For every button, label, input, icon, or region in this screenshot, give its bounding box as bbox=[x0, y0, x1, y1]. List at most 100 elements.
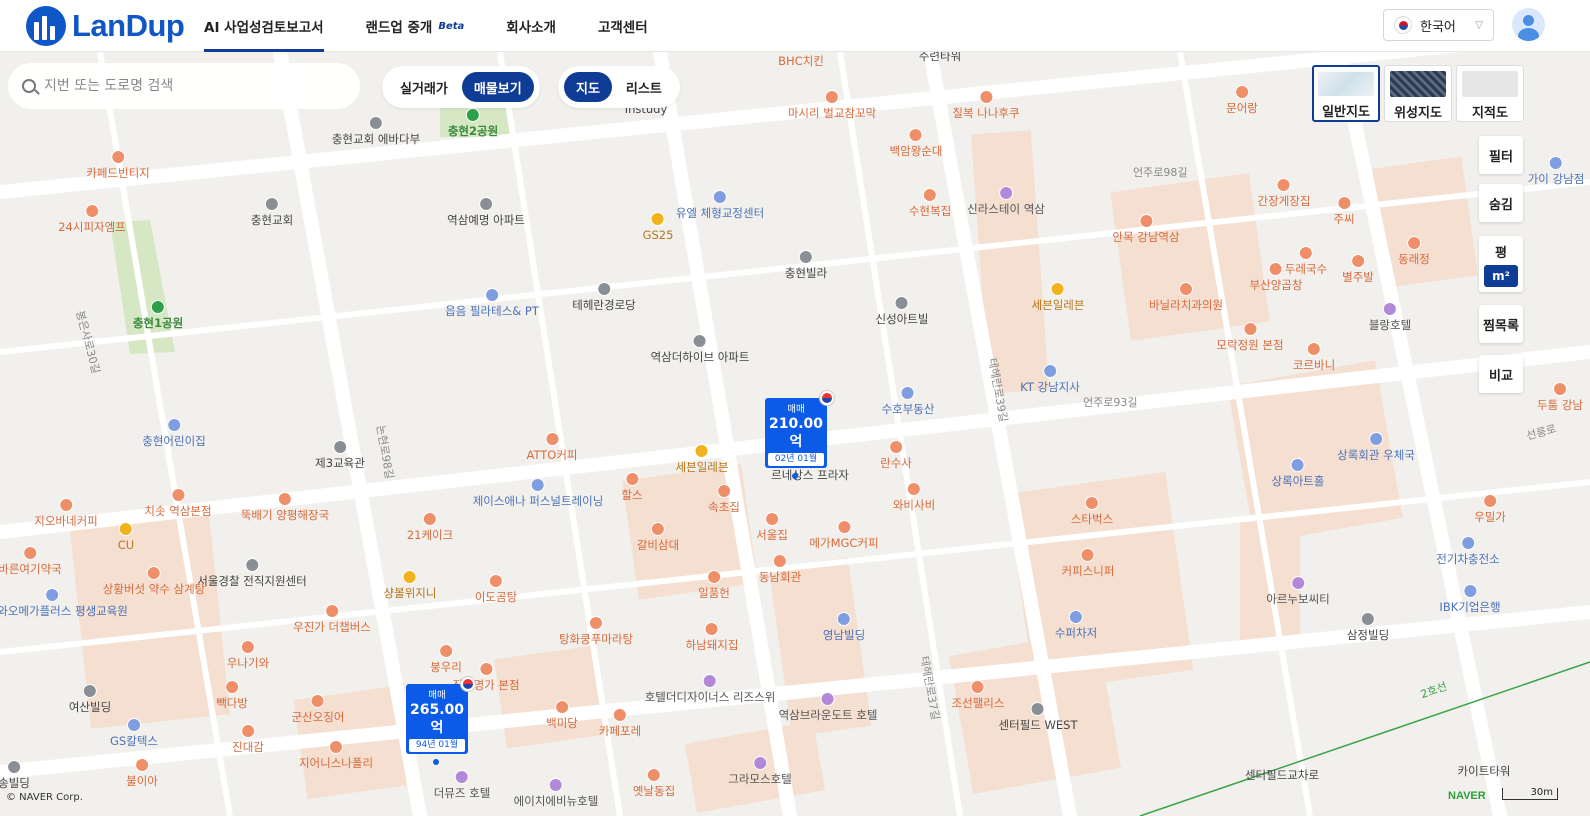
poi-building[interactable]: 제3교육관 bbox=[315, 440, 365, 470]
poi-restaurant[interactable]: 문어랑 bbox=[1226, 85, 1258, 115]
poi-supercharger[interactable]: 수퍼차저 bbox=[1055, 610, 1097, 640]
poi-convenience-store[interactable]: 세븐일레븐 bbox=[676, 444, 728, 474]
unit-pyeong[interactable]: 평 bbox=[1495, 242, 1507, 261]
poi-restaurant[interactable]: 탕화쿵푸마라탕 bbox=[559, 616, 633, 646]
listing-marker[interactable]: 매매 210.00억 02년 01월 bbox=[765, 390, 835, 479]
poi-restaurant[interactable]: 마시리 벌교참꼬막 bbox=[788, 90, 876, 120]
toggle-list-view[interactable]: 리스트 bbox=[614, 72, 674, 102]
poi-cafe[interactable]: 빽다방 bbox=[216, 680, 248, 710]
poi-convenience-store[interactable]: 세븐일레븐 bbox=[1032, 282, 1084, 312]
poi-bank[interactable]: IBK기업은행 bbox=[1439, 584, 1501, 614]
poi-cafe[interactable]: 백미당 bbox=[546, 700, 578, 730]
user-avatar-icon[interactable] bbox=[1512, 8, 1545, 41]
poi-hotel[interactable]: 호텔더디자이너스 리즈스위 bbox=[645, 674, 775, 704]
price-mode-toggle[interactable]: 실거래가 매물보기 bbox=[382, 66, 540, 108]
view-mode-toggle[interactable]: 지도 리스트 bbox=[558, 66, 680, 108]
hide-button[interactable]: 숨김 bbox=[1479, 184, 1523, 222]
poi-charging-station[interactable]: 전기차충전소 bbox=[1436, 536, 1500, 566]
poi-hotel[interactable]: 블랑호텔 bbox=[1369, 302, 1411, 332]
poi-park[interactable]: 충현2공원 bbox=[448, 108, 498, 138]
poi-building[interactable]: 송빌딩 bbox=[0, 760, 30, 790]
poi-restaurant[interactable]: 와비사비 bbox=[893, 482, 935, 512]
nav-brokerage[interactable]: 랜드업 중개 Beta bbox=[366, 0, 465, 52]
poi-restaurant[interactable]: 서울집 bbox=[756, 512, 788, 542]
poi-cafe[interactable]: 지오바네커피 bbox=[34, 498, 98, 528]
poi-cafe[interactable]: 메가MGC커피 bbox=[809, 520, 879, 550]
poi-fitness[interactable]: 제이스애나 퍼스널트레이닝 bbox=[473, 478, 603, 508]
map-type-normal[interactable]: 일반지도 bbox=[1312, 65, 1380, 122]
poi-restaurant[interactable]: 두툼 강남 bbox=[1537, 382, 1583, 412]
toggle-listings[interactable]: 매물보기 bbox=[461, 72, 534, 102]
poi-restaurant[interactable]: BHC치킨 bbox=[778, 54, 824, 68]
poi-restaurant[interactable]: 치솟 역삼본점 bbox=[144, 488, 212, 518]
poi-restaurant[interactable]: 할스 bbox=[621, 472, 643, 502]
poi-intersection[interactable]: 센터필드교차로 bbox=[1245, 768, 1319, 782]
nav-about[interactable]: 회사소개 bbox=[506, 0, 556, 52]
poi-building[interactable]: 센터필드 WEST bbox=[999, 702, 1077, 732]
poi-restaurant[interactable]: 코르바니 bbox=[1293, 342, 1335, 372]
poi-restaurant[interactable]: 갈비삼대 bbox=[637, 522, 679, 552]
map-type-satellite[interactable]: 위성지도 bbox=[1384, 65, 1452, 122]
poi-restaurant[interactable]: 백암왕순대 bbox=[890, 128, 942, 158]
poi-restaurant[interactable]: 별주발 bbox=[1342, 254, 1374, 284]
poi-realestate[interactable]: 수호부동산 bbox=[882, 386, 934, 416]
poi-cafe[interactable]: 카페포레 bbox=[599, 708, 641, 738]
poi-restaurant[interactable]: 란수사 bbox=[880, 440, 912, 470]
poi-post-office[interactable]: 상록회관 우체국 bbox=[1337, 432, 1415, 462]
poi-restaurant[interactable]: 지어니스나폴리 bbox=[299, 740, 373, 770]
poi-restaurant[interactable]: 일품헌 bbox=[698, 570, 730, 600]
poi-restaurant[interactable]: 모락정원 본점 bbox=[1216, 322, 1284, 352]
poi-hotel[interactable]: 더뮤즈 호텔 bbox=[434, 770, 490, 800]
poi-building[interactable]: 충현교회 에바다부 bbox=[332, 116, 420, 146]
poi-restaurant[interactable]: 칠복 나나후쿠 bbox=[952, 90, 1020, 120]
poi-restaurant[interactable]: 옛날동집 bbox=[633, 768, 675, 798]
poi-restaurant[interactable]: 불이아 bbox=[126, 758, 158, 788]
poi-cafe[interactable]: 스타벅스 bbox=[1071, 496, 1113, 526]
nav-support[interactable]: 고객센터 bbox=[598, 0, 648, 52]
compare-button[interactable]: 비교 bbox=[1479, 355, 1523, 393]
poi-cafe[interactable]: ATTO커피 bbox=[526, 432, 578, 462]
poi-office[interactable]: KT 강남지사 bbox=[1020, 364, 1080, 394]
poi-daycare[interactable]: 충현어린이집 bbox=[142, 418, 206, 448]
poi-gas-station[interactable]: GS칼텍스 bbox=[110, 718, 158, 748]
poi-hall[interactable]: 상록아트홀 bbox=[1272, 458, 1324, 488]
poi-restaurant[interactable]: 동래정 bbox=[1398, 236, 1430, 266]
poi-building[interactable]: 테헤란경로당 bbox=[572, 282, 636, 312]
listing-marker[interactable]: 매매 265.00억 94년 01월 bbox=[406, 676, 476, 765]
poi-cafe[interactable]: 카페드빈티지 bbox=[86, 150, 150, 180]
poi-restaurant[interactable]: 우진가 더챕버스 bbox=[293, 604, 371, 634]
poi-hotel[interactable]: 조선팰리스 bbox=[952, 680, 1004, 710]
poi-convenience-store[interactable]: 샹볼위지니 bbox=[384, 570, 436, 600]
poi-apartment[interactable]: 역삼예명 아파트 bbox=[447, 197, 525, 227]
search-input[interactable] bbox=[44, 78, 334, 94]
poi-building[interactable]: 영남빌딩 bbox=[823, 612, 865, 642]
favorites-button[interactable]: 찜목록 bbox=[1479, 305, 1523, 343]
poi-cafe[interactable]: 커피스니퍼 bbox=[1062, 548, 1114, 578]
search-bar[interactable] bbox=[8, 63, 360, 109]
poi-restaurant[interactable]: 이도곰탕 bbox=[475, 574, 517, 604]
poi-cafe[interactable]: 21케이크 bbox=[407, 512, 453, 542]
map-type-cadastral[interactable]: 지적도 bbox=[1456, 65, 1524, 122]
poi-hotel[interactable]: 역삼브라운도트 호텔 bbox=[779, 692, 877, 722]
poi-restaurant[interactable]: 주씨 bbox=[1333, 196, 1355, 226]
poi-restaurant[interactable]: 동남회관 bbox=[759, 554, 801, 584]
poi-hotel[interactable]: 에이치에비뉴호텔 bbox=[514, 778, 598, 808]
poi-restaurant[interactable]: 하남돼지집 bbox=[686, 622, 738, 652]
poi-restaurant[interactable]: 수현복집 bbox=[909, 188, 951, 218]
poi-convenience-store[interactable]: CU bbox=[118, 522, 134, 552]
poi-apartment[interactable]: 역삼더하이브 아파트 bbox=[651, 334, 749, 364]
filter-button[interactable]: 필터 bbox=[1479, 136, 1523, 174]
poi-clinic[interactable]: 유엘 체형교정센터 bbox=[676, 190, 764, 220]
poi-restaurant[interactable]: 24시피자엠프 bbox=[58, 204, 126, 234]
poi-restaurant[interactable]: 우나기와 bbox=[227, 640, 269, 670]
language-select[interactable]: 한국어 ▽ bbox=[1383, 9, 1494, 41]
poi-restaurant[interactable]: 속초집 bbox=[708, 484, 740, 514]
toggle-transaction-price[interactable]: 실거래가 bbox=[388, 72, 460, 102]
poi-pharmacy[interactable]: 바른여기약국 bbox=[0, 546, 62, 576]
poi-hotel[interactable]: 신라스테이 역삼 bbox=[967, 186, 1045, 216]
poi-residence[interactable]: 아르누보씨티 bbox=[1266, 576, 1330, 606]
poi-building[interactable]: 신성아트빌 bbox=[876, 296, 928, 326]
poi-building[interactable]: 서울경찰 전직지원센터 bbox=[197, 558, 307, 588]
poi-label[interactable]: 가이 강남점 bbox=[1528, 156, 1584, 186]
poi-restaurant[interactable]: 진대감 bbox=[232, 724, 264, 754]
